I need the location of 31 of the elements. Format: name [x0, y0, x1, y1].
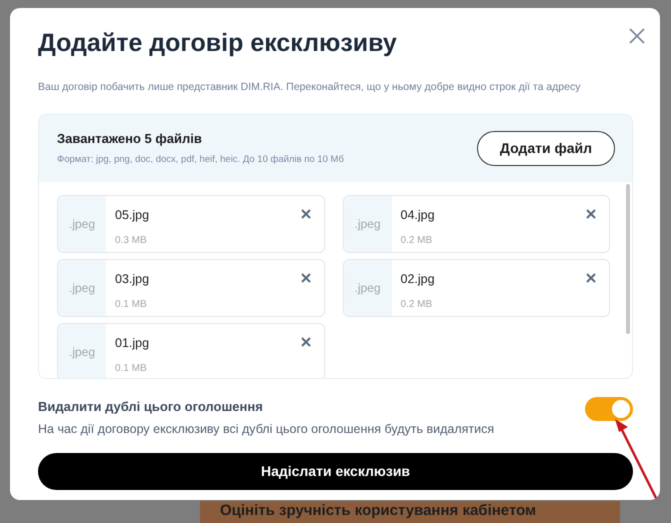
file-size: 0.2 MB [400, 298, 434, 312]
remove-icon[interactable] [300, 272, 312, 284]
scrollbar[interactable] [626, 184, 630, 334]
file-name: 02.jpg [400, 270, 435, 288]
format-hint: Формат: jpg, png, doc, docx, pdf, heif, heic. До 10 файлів по 10 Мб [57, 153, 344, 168]
file-type: .jpeg [58, 196, 106, 252]
file-name: 04.jpg [400, 206, 435, 224]
file-type: .jpeg [58, 324, 106, 378]
file-size: 0.2 MB [400, 234, 434, 248]
file-type: .jpeg [344, 196, 392, 252]
file-name: 05.jpg [115, 206, 150, 224]
option-title: Видалити дублі цього оголошення [38, 398, 264, 416]
file-name: 03.jpg [115, 270, 150, 288]
option-description: На час дії договору ексклюзиву всі дублі цього оголошення будуть видалятися [38, 421, 494, 438]
file-size: 0.1 MB [115, 362, 148, 376]
dialog-subtitle: Ваш договір побачить лише представник DIM.RIA. Переконайтеся, що у ньому добре видно строк дії та адресу [38, 80, 582, 95]
file-size: 0.1 MB [115, 298, 148, 312]
dialog-title: Додайте договір ексклюзиву [38, 28, 398, 58]
remove-icon[interactable] [585, 208, 597, 220]
submit-button[interactable]: Надіслати ексклюзив [38, 452, 633, 490]
file-type: .jpeg [344, 260, 392, 316]
toggle-switch[interactable] [585, 396, 633, 420]
remove-icon[interactable] [300, 208, 312, 220]
upload-heading: Завантажено 5 файлів [57, 130, 203, 148]
remove-icon[interactable] [585, 272, 597, 284]
file-type: .jpeg [58, 260, 106, 316]
feedback-banner: Оцініть зручність користування кабінетом [200, 501, 620, 523]
add-file-button[interactable]: Додати файл [476, 130, 615, 166]
file-name: 01.jpg [115, 334, 150, 352]
file-size: 0.3 MB [115, 234, 148, 248]
remove-icon[interactable] [300, 336, 312, 348]
